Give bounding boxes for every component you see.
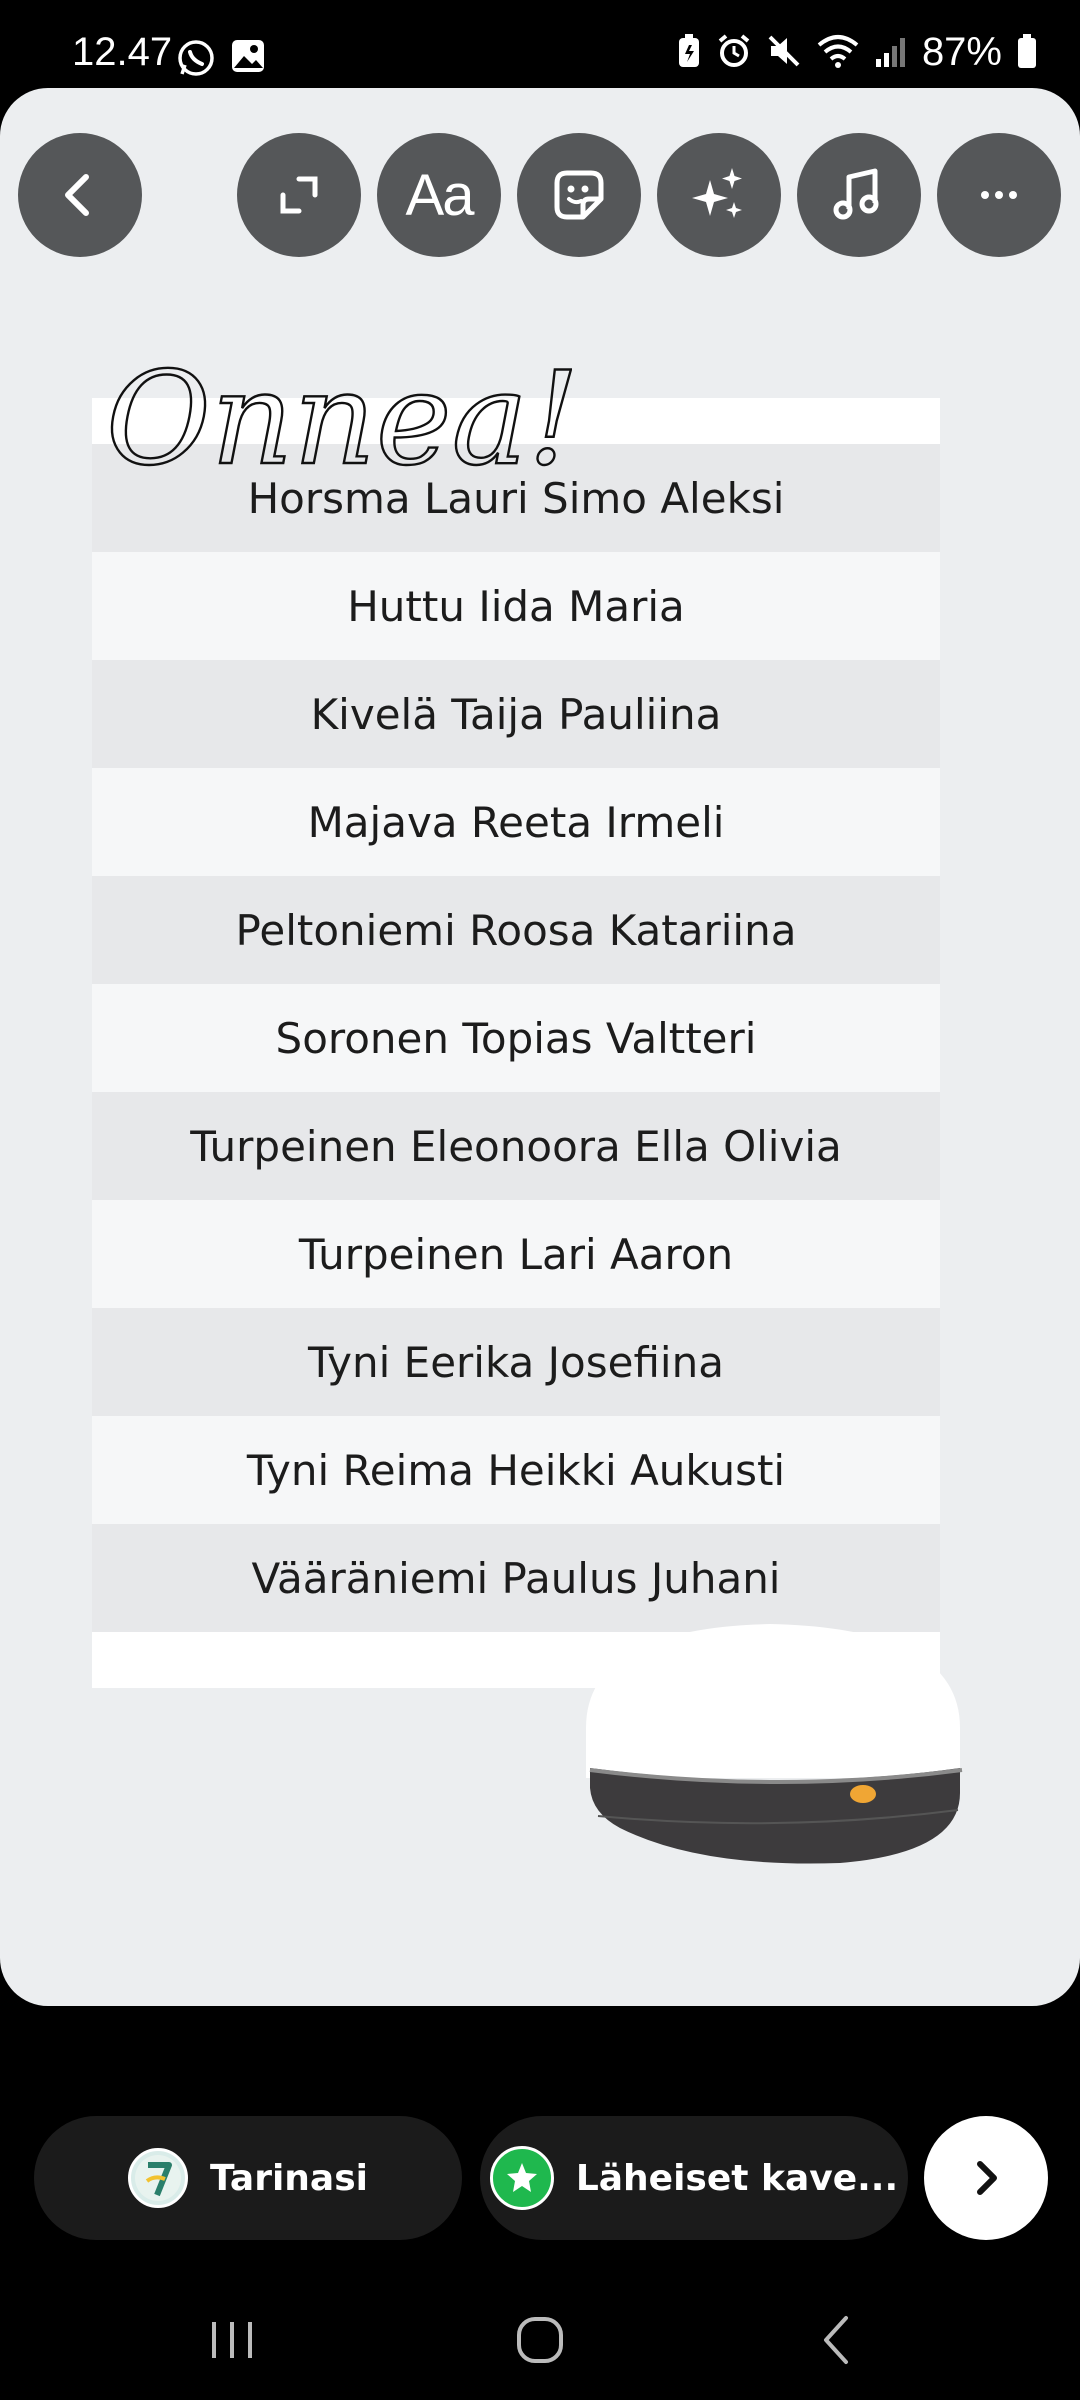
avatar — [128, 2148, 188, 2208]
recent-apps-icon — [212, 2322, 252, 2358]
share-close-friends-button[interactable]: Läheiset kave... — [480, 2116, 908, 2240]
name-row: Tyni Reima Heikki Aukusti — [92, 1416, 940, 1524]
next-button[interactable] — [924, 2116, 1048, 2240]
back-nav-button[interactable] — [812, 2310, 864, 2374]
name-row: Majava Reeta Irmeli — [92, 768, 940, 876]
share-to-story-button[interactable]: Tarinasi — [34, 2116, 462, 2240]
close-friends-star-icon — [489, 2146, 554, 2210]
system-nav-bar — [0, 2280, 1080, 2400]
whatsapp-icon — [176, 38, 216, 82]
back-icon — [65, 174, 89, 216]
back-button[interactable] — [18, 133, 142, 257]
name-row: Peltoniemi Roosa Katariina — [92, 876, 940, 984]
status-time: 12.47 — [72, 30, 173, 74]
expand-icon — [280, 176, 318, 214]
alarm-icon — [716, 33, 752, 73]
name-row: Vääräniemi Paulus Juhani — [92, 1524, 940, 1632]
name-row: Kivelä Taija Pauliina — [92, 660, 940, 768]
name-row: Turpeinen Lari Aaron — [92, 1200, 940, 1308]
text-tool-button[interactable]: Aa — [377, 133, 501, 257]
name-row: Turpeinen Eleonoora Ella Olivia — [92, 1092, 940, 1200]
name-row: Soronen Topias Valtteri — [92, 984, 940, 1092]
sticker-button[interactable] — [517, 133, 641, 257]
text-icon: Aa — [405, 162, 475, 228]
chevron-right-icon — [977, 2161, 997, 2195]
battery-percent: 87% — [921, 30, 1002, 74]
expand-button[interactable] — [237, 133, 361, 257]
home-button[interactable] — [510, 2310, 570, 2374]
back-nav-icon — [824, 2316, 848, 2364]
home-icon — [517, 2317, 563, 2363]
music-button[interactable] — [797, 133, 921, 257]
graduation-cap-sticker[interactable] — [580, 1618, 980, 1878]
names-card: Horsma Lauri Simo Aleksi Huttu Iida Mari… — [92, 398, 940, 1688]
onnea-script-title: Onnea! — [105, 344, 572, 495]
wifi-icon — [816, 33, 860, 73]
story-canvas[interactable]: Aa Horsma Lauri Simo Aleksi Huttu Iida M… — [0, 88, 1080, 2006]
notification-icons — [176, 38, 266, 82]
battery-saver-icon — [676, 33, 702, 73]
more-options-button[interactable] — [937, 133, 1061, 257]
system-status: 87% — [676, 30, 1038, 75]
sticker-icon — [554, 170, 604, 220]
mute-icon — [766, 33, 802, 73]
effects-icon — [692, 168, 742, 218]
more-icon — [981, 191, 1017, 199]
script-title-text: Onnea! — [106, 345, 572, 494]
battery-icon — [1016, 33, 1038, 73]
name-row: Tyni Eerika Josefiina — [92, 1308, 940, 1416]
recent-apps-button[interactable] — [206, 2310, 258, 2374]
gallery-icon — [230, 38, 266, 82]
effects-button[interactable] — [657, 133, 781, 257]
status-bar: 12.47 87% — [0, 0, 1080, 88]
profile-logo-icon — [135, 2155, 181, 2201]
signal-icon — [874, 33, 908, 73]
close-friends-label: Läheiset kave... — [575, 2157, 899, 2199]
name-row: Huttu Iida Maria — [92, 552, 940, 660]
story-share-label: Tarinasi — [210, 2157, 368, 2199]
names-list: Horsma Lauri Simo Aleksi Huttu Iida Mari… — [92, 444, 940, 1632]
music-icon — [833, 168, 879, 220]
